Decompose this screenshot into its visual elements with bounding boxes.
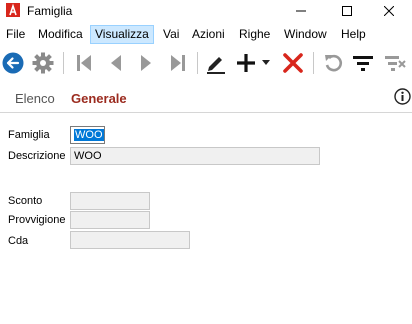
dropdown-arrow-icon <box>262 60 270 65</box>
info-icon <box>394 88 411 105</box>
next-record-icon <box>141 55 151 71</box>
edit-button[interactable] <box>204 51 228 75</box>
famiglia-label: Famiglia <box>8 129 50 141</box>
menu-file[interactable]: File <box>2 25 29 44</box>
cda-label: Cda <box>8 235 29 247</box>
delete-button[interactable] <box>281 51 305 75</box>
info-button[interactable] <box>394 88 411 105</box>
tab-generale[interactable]: Generale <box>71 91 127 106</box>
close-button[interactable] <box>366 0 412 22</box>
settings-button[interactable] <box>31 51 55 75</box>
refresh-icon <box>325 54 342 72</box>
menu-azioni[interactable]: Azioni <box>188 25 229 44</box>
menu-vai[interactable]: Vai <box>159 25 183 44</box>
delete-x-icon <box>283 53 303 73</box>
edit-pencil-icon <box>207 57 225 74</box>
gear-icon <box>32 52 54 74</box>
tab-elenco[interactable]: Elenco <box>15 91 55 106</box>
last-record-icon <box>171 55 185 71</box>
app-logo-icon <box>6 3 20 17</box>
previous-record-button[interactable] <box>104 51 128 75</box>
last-record-button[interactable] <box>166 51 190 75</box>
back-circle-icon <box>2 52 24 74</box>
minimize-button[interactable] <box>278 0 324 22</box>
title-bar: Famiglia <box>0 0 412 22</box>
add-dropdown-button[interactable] <box>259 51 273 75</box>
menu-modifica[interactable]: Modifica <box>34 25 87 44</box>
provvigione-label: Provvigione <box>8 214 66 226</box>
toolbar-separator <box>63 52 64 74</box>
descrizione-input[interactable]: WOO <box>70 147 320 165</box>
back-button[interactable] <box>1 51 25 75</box>
menu-help[interactable]: Help <box>337 25 370 44</box>
menu-righe[interactable]: Righe <box>235 25 274 44</box>
toolbar <box>0 46 412 80</box>
famiglia-input[interactable]: WOO <box>70 126 105 144</box>
menu-window[interactable]: Window <box>280 25 331 44</box>
provvigione-input[interactable] <box>70 211 150 229</box>
famiglia-value: WOO <box>74 129 104 141</box>
add-plus-icon <box>237 54 255 72</box>
descrizione-label: Descrizione <box>8 150 66 162</box>
window-title: Famiglia <box>27 4 73 18</box>
sconto-input[interactable] <box>70 192 150 210</box>
clear-filter-icon <box>385 56 406 71</box>
descrizione-value: WOO <box>74 150 102 162</box>
clear-filter-button[interactable] <box>383 51 407 75</box>
next-record-button[interactable] <box>134 51 158 75</box>
tab-bar: Elenco Generale <box>0 85 412 113</box>
filter-button[interactable] <box>351 51 375 75</box>
add-button[interactable] <box>234 51 258 75</box>
toolbar-separator <box>197 52 198 74</box>
first-record-button[interactable] <box>72 51 96 75</box>
sconto-label: Sconto <box>8 195 43 207</box>
refresh-button[interactable] <box>321 51 345 75</box>
previous-record-icon <box>111 55 121 71</box>
menu-visualizza[interactable]: Visualizza <box>90 25 154 44</box>
first-record-icon <box>77 55 91 71</box>
filter-icon <box>353 56 373 71</box>
cda-input[interactable] <box>70 231 190 249</box>
menu-bar: File Modifica Visualizza Vai Azioni Righ… <box>0 25 412 45</box>
toolbar-separator <box>313 52 314 74</box>
maximize-button[interactable] <box>324 0 370 22</box>
